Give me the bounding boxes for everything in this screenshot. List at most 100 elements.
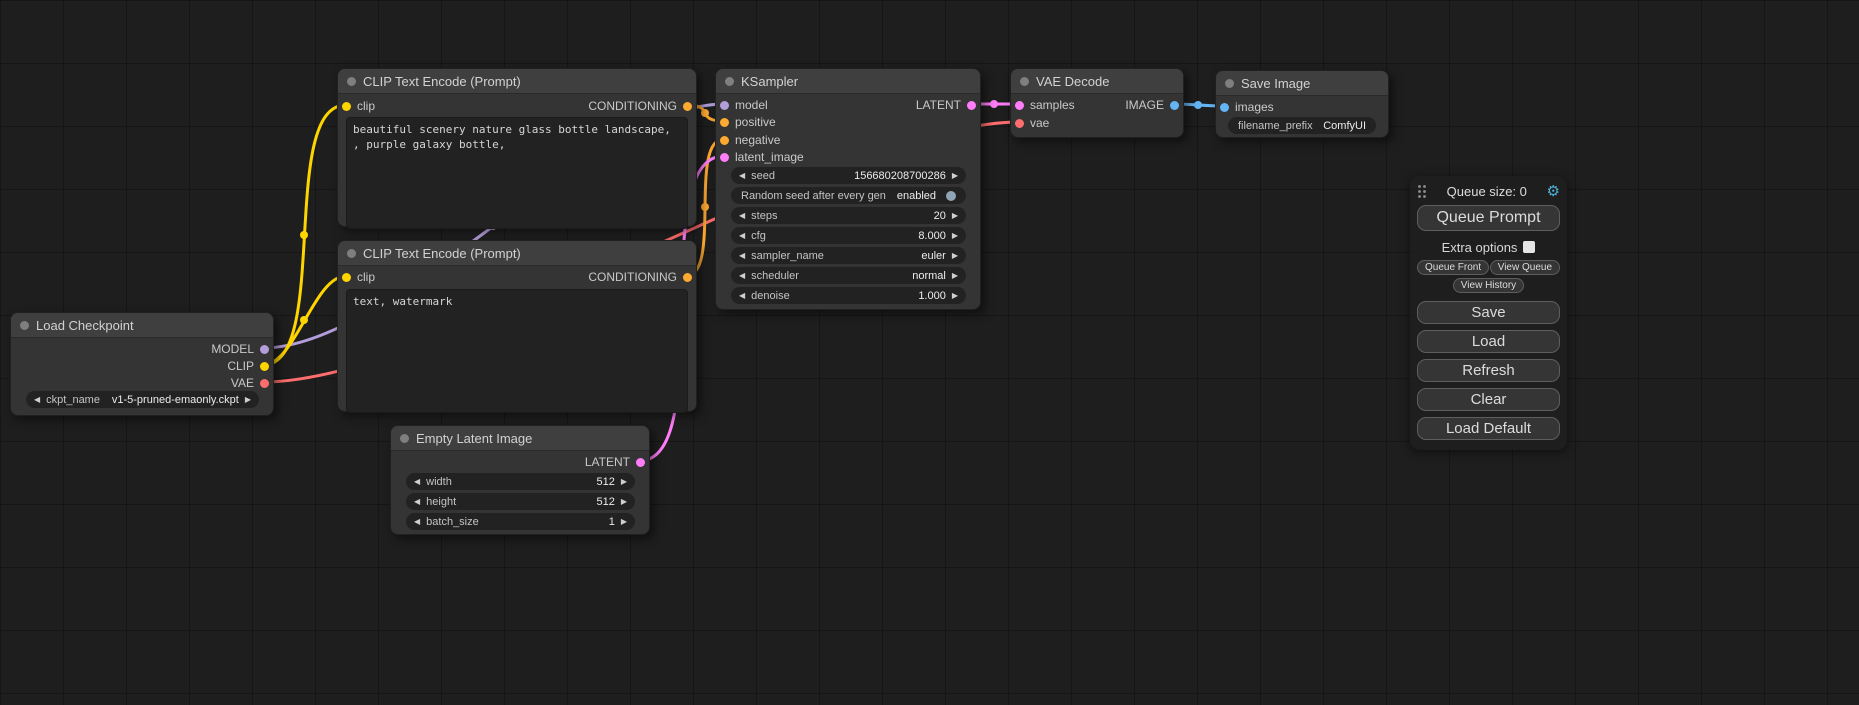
node-title-bar[interactable]: Save Image	[1216, 71, 1388, 96]
output-slot-conditioning[interactable]: CONDITIONING	[588, 99, 696, 113]
output-slot-model[interactable]: MODEL	[211, 342, 273, 356]
conditioning-slot-dot[interactable]	[720, 118, 729, 127]
input-slot-positive[interactable]: positive	[716, 115, 776, 129]
node-title-bar[interactable]: CLIP Text Encode (Prompt)	[338, 69, 696, 94]
node-save-image[interactable]: Save Image images filename_prefix ComfyU…	[1215, 70, 1389, 138]
vae-slot-dot[interactable]	[1015, 119, 1024, 128]
input-slot-latent-image[interactable]: latent_image	[716, 150, 804, 164]
prompt-textarea[interactable]: text, watermark	[346, 289, 688, 413]
node-title-bar[interactable]: KSampler	[716, 69, 980, 94]
latent-slot-dot[interactable]	[636, 458, 645, 467]
widget-sampler-name[interactable]: ◀ sampler_name euler ▶	[731, 247, 966, 264]
input-slot-vae[interactable]: vae	[1011, 116, 1049, 130]
node-title-bar[interactable]: Load Checkpoint	[11, 313, 273, 338]
image-slot-dot[interactable]	[1170, 101, 1179, 110]
conditioning-slot-dot[interactable]	[683, 102, 692, 111]
increment-arrow-icon[interactable]: ▶	[952, 207, 958, 224]
input-slot-negative[interactable]: negative	[716, 133, 780, 147]
vae-slot-dot[interactable]	[260, 379, 269, 388]
decrement-arrow-icon[interactable]: ◀	[739, 227, 745, 244]
increment-arrow-icon[interactable]: ▶	[621, 513, 627, 530]
clip-slot-dot[interactable]	[260, 362, 269, 371]
input-slot-samples[interactable]: samples	[1011, 98, 1075, 112]
collapse-dot[interactable]	[347, 77, 356, 86]
prev-arrow-icon[interactable]: ◀	[34, 391, 40, 408]
toggle-knob[interactable]	[946, 191, 956, 201]
output-slot-image[interactable]: IMAGE	[1125, 98, 1183, 112]
next-arrow-icon[interactable]: ▶	[245, 391, 251, 408]
input-slot-model[interactable]: model	[716, 98, 768, 112]
increment-arrow-icon[interactable]: ▶	[952, 287, 958, 304]
output-slot-vae[interactable]: VAE	[231, 376, 273, 390]
increment-arrow-icon[interactable]: ▶	[621, 473, 627, 490]
conditioning-slot-dot[interactable]	[720, 136, 729, 145]
view-history-button[interactable]: View History	[1453, 278, 1524, 293]
drag-handle-icon[interactable]	[1417, 184, 1427, 198]
load-default-button[interactable]: Load Default	[1417, 417, 1560, 440]
clear-button[interactable]: Clear	[1417, 388, 1560, 411]
save-button[interactable]: Save	[1417, 301, 1560, 324]
increment-arrow-icon[interactable]: ▶	[621, 493, 627, 510]
refresh-button[interactable]: Refresh	[1417, 359, 1560, 382]
next-arrow-icon[interactable]: ▶	[952, 267, 958, 284]
widget-width[interactable]: ◀ width 512 ▶	[406, 473, 635, 490]
node-vae-decode[interactable]: VAE Decode samples vae IMAGE	[1010, 68, 1184, 138]
decrement-arrow-icon[interactable]: ◀	[414, 513, 420, 530]
graph-canvas[interactable]: Load Checkpoint MODEL CLIP VAE ◀ ckpt_na…	[0, 0, 1859, 705]
collapse-dot[interactable]	[1225, 79, 1234, 88]
widget-cfg[interactable]: ◀ cfg 8.000 ▶	[731, 227, 966, 244]
clip-slot-dot[interactable]	[342, 102, 351, 111]
widget-batch-size[interactable]: ◀ batch_size 1 ▶	[406, 513, 635, 530]
node-empty-latent-image[interactable]: Empty Latent Image LATENT ◀ width 512 ▶ …	[390, 425, 650, 535]
widget-steps[interactable]: ◀ steps 20 ▶	[731, 207, 966, 224]
model-slot-dot[interactable]	[260, 345, 269, 354]
node-title-bar[interactable]: CLIP Text Encode (Prompt)	[338, 241, 696, 266]
node-load-checkpoint[interactable]: Load Checkpoint MODEL CLIP VAE ◀ ckpt_na…	[10, 312, 274, 416]
widget-random-seed-toggle[interactable]: Random seed after every gen enabled	[731, 187, 966, 204]
widget-denoise[interactable]: ◀ denoise 1.000 ▶	[731, 287, 966, 304]
next-arrow-icon[interactable]: ▶	[952, 247, 958, 264]
prompt-textarea[interactable]: beautiful scenery nature glass bottle la…	[346, 117, 688, 229]
collapse-dot[interactable]	[20, 321, 29, 330]
decrement-arrow-icon[interactable]: ◀	[414, 493, 420, 510]
widget-ckpt-name[interactable]: ◀ ckpt_name v1-5-pruned-emaonly.ckpt ▶	[26, 391, 259, 408]
collapse-dot[interactable]	[1020, 77, 1029, 86]
decrement-arrow-icon[interactable]: ◀	[739, 287, 745, 304]
queue-front-button[interactable]: Queue Front	[1417, 260, 1489, 275]
widget-height[interactable]: ◀ height 512 ▶	[406, 493, 635, 510]
model-slot-dot[interactable]	[720, 101, 729, 110]
node-clip-text-encode-negative[interactable]: CLIP Text Encode (Prompt) clip CONDITION…	[337, 240, 697, 412]
queue-prompt-button[interactable]: Queue Prompt	[1417, 205, 1560, 231]
clip-slot-dot[interactable]	[342, 273, 351, 282]
view-queue-button[interactable]: View Queue	[1490, 260, 1560, 275]
widget-seed[interactable]: ◀ seed 156680208700286 ▶	[731, 167, 966, 184]
collapse-dot[interactable]	[400, 434, 409, 443]
settings-gear-icon[interactable]: ⚙	[1547, 184, 1560, 199]
input-slot-clip[interactable]: clip	[338, 99, 375, 113]
node-ksampler[interactable]: KSampler model positive negative latent_…	[715, 68, 981, 310]
increment-arrow-icon[interactable]: ▶	[952, 227, 958, 244]
increment-arrow-icon[interactable]: ▶	[952, 167, 958, 184]
collapse-dot[interactable]	[725, 77, 734, 86]
decrement-arrow-icon[interactable]: ◀	[739, 167, 745, 184]
output-slot-conditioning[interactable]: CONDITIONING	[588, 270, 696, 284]
node-title-bar[interactable]: VAE Decode	[1011, 69, 1183, 94]
input-slot-images[interactable]: images	[1216, 100, 1274, 114]
output-slot-latent[interactable]: LATENT	[585, 455, 649, 469]
widget-scheduler[interactable]: ◀ scheduler normal ▶	[731, 267, 966, 284]
latent-slot-dot[interactable]	[1015, 101, 1024, 110]
collapse-dot[interactable]	[347, 249, 356, 258]
image-slot-dot[interactable]	[1220, 103, 1229, 112]
output-slot-latent[interactable]: LATENT	[916, 98, 980, 112]
node-clip-text-encode-positive[interactable]: CLIP Text Encode (Prompt) clip CONDITION…	[337, 68, 697, 227]
widget-filename-prefix[interactable]: filename_prefix ComfyUI	[1228, 117, 1376, 134]
prev-arrow-icon[interactable]: ◀	[739, 267, 745, 284]
extra-options-checkbox[interactable]	[1523, 241, 1535, 253]
node-title-bar[interactable]: Empty Latent Image	[391, 426, 649, 451]
latent-slot-dot[interactable]	[720, 153, 729, 162]
input-slot-clip[interactable]: clip	[338, 270, 375, 284]
prev-arrow-icon[interactable]: ◀	[739, 247, 745, 264]
conditioning-slot-dot[interactable]	[683, 273, 692, 282]
latent-slot-dot[interactable]	[967, 101, 976, 110]
load-button[interactable]: Load	[1417, 330, 1560, 353]
